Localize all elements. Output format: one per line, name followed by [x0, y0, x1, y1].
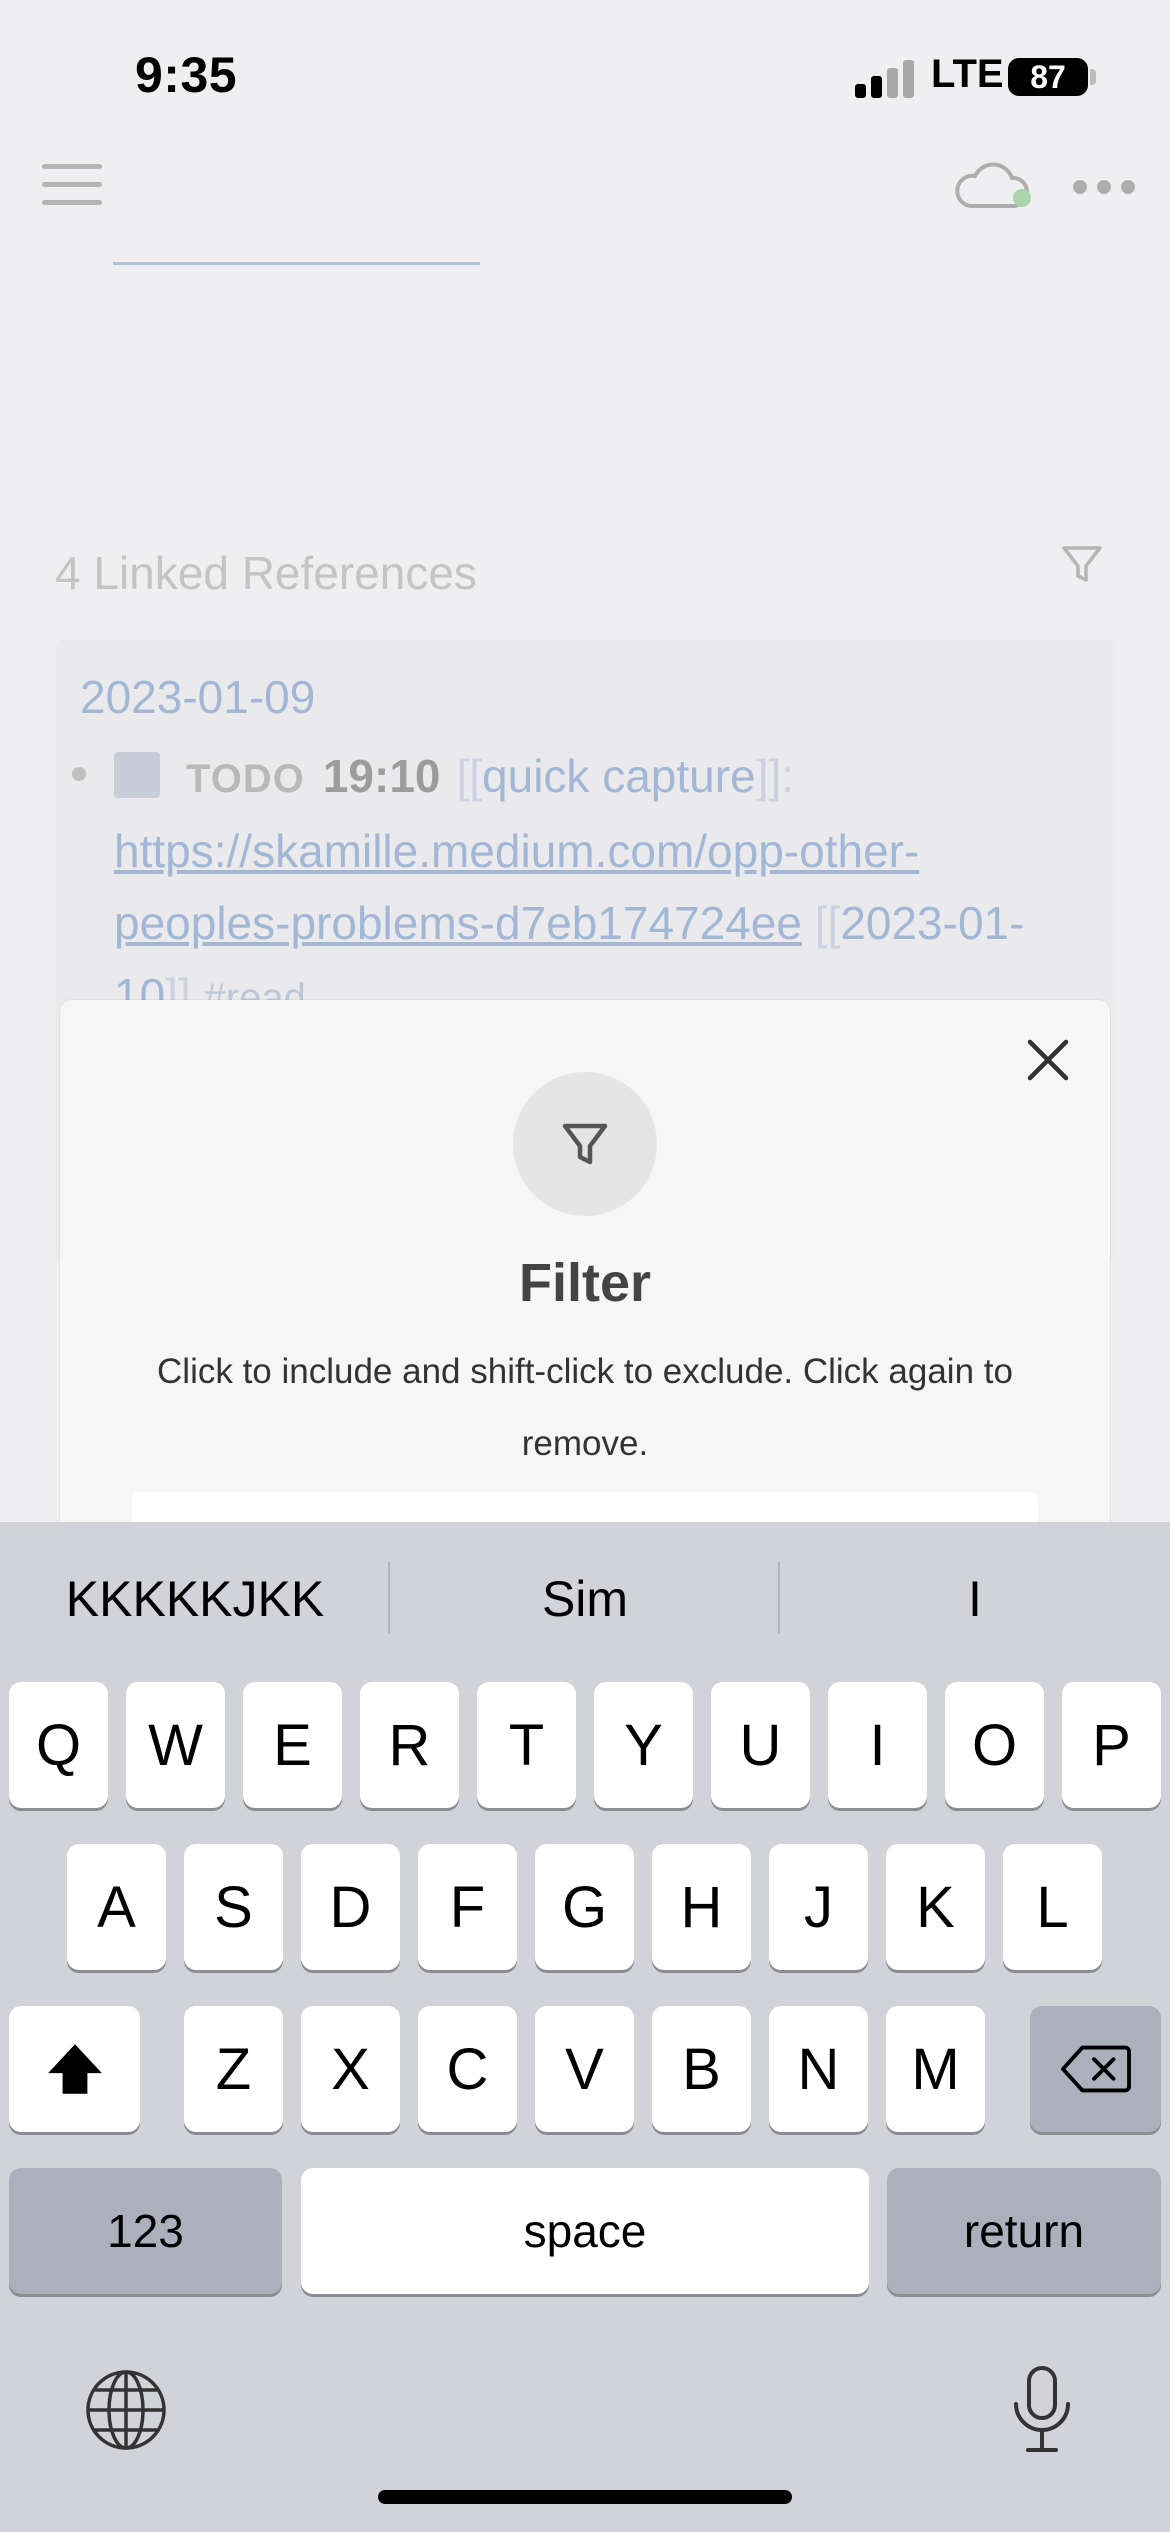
key-f[interactable]: F	[418, 1844, 517, 1970]
key-l[interactable]: L	[1003, 1844, 1102, 1970]
close-icon[interactable]	[1018, 1030, 1078, 1090]
backspace-key[interactable]	[1030, 2006, 1161, 2132]
link-bracket: ]]	[165, 969, 191, 1000]
link-bracket: [[	[456, 750, 483, 802]
key-o[interactable]: O	[945, 1682, 1044, 1808]
external-url-link-cont[interactable]: peoples-problems-d7eb174724ee	[114, 897, 802, 949]
key-h[interactable]: H	[652, 1844, 751, 1970]
space-key[interactable]: space	[301, 2168, 869, 2294]
key-u[interactable]: U	[711, 1682, 810, 1808]
key-q[interactable]: Q	[9, 1682, 108, 1808]
shift-icon	[47, 2044, 102, 2094]
key-p[interactable]: P	[1062, 1682, 1161, 1808]
key-c[interactable]: C	[418, 2006, 517, 2132]
return-key[interactable]: return	[887, 2168, 1161, 2294]
backspace-icon	[1060, 2045, 1131, 2093]
todo-marker: TODO	[186, 757, 305, 801]
block-time: 19:10	[322, 750, 441, 802]
modal-description: Click to include and shift-click to excl…	[157, 1352, 1013, 1463]
key-n[interactable]: N	[769, 2006, 868, 2132]
key-s[interactable]: S	[184, 1844, 283, 1970]
external-url-link[interactable]: https://skamille.medium.com/opp-other-	[114, 825, 919, 877]
home-indicator	[378, 2490, 792, 2504]
reference-date-link[interactable]: 2023-01-09	[80, 670, 315, 724]
key-v[interactable]: V	[535, 2006, 634, 2132]
numbers-key[interactable]: 123	[9, 2168, 282, 2294]
reference-block[interactable]: TODO 19:10 [[quick capture]]: https://skam…	[114, 740, 1094, 1000]
key-k[interactable]: K	[886, 1844, 985, 1970]
key-i[interactable]: I	[828, 1682, 927, 1808]
microphone-icon[interactable]	[1010, 2364, 1074, 2456]
key-a[interactable]: A	[67, 1844, 166, 1970]
reference-content: 2023-01-09 TODO 19:10 [[quick capture]]: h…	[0, 0, 1170, 1000]
key-r[interactable]: R	[360, 1682, 459, 1808]
link-bracket: [[	[814, 897, 841, 949]
key-m[interactable]: M	[886, 2006, 985, 2132]
globe-icon[interactable]	[84, 2368, 168, 2452]
tag-read[interactable]: #read	[204, 976, 306, 1000]
block-bullet[interactable]	[72, 767, 86, 781]
filter-icon	[562, 1123, 608, 1165]
key-j[interactable]: J	[769, 1844, 868, 1970]
suggestion-3[interactable]: I	[780, 1570, 1170, 1628]
suggestion-1[interactable]: KKKKKJKK	[0, 1570, 390, 1628]
key-w[interactable]: W	[126, 1682, 225, 1808]
key-d[interactable]: D	[301, 1844, 400, 1970]
suggestion-2[interactable]: Sim	[390, 1570, 780, 1628]
key-e[interactable]: E	[243, 1682, 342, 1808]
filter-icon-badge	[513, 1072, 657, 1216]
key-t[interactable]: T	[477, 1682, 576, 1808]
key-b[interactable]: B	[652, 2006, 751, 2132]
shift-key[interactable]	[9, 2006, 140, 2132]
todo-checkbox[interactable]	[114, 752, 160, 798]
key-g[interactable]: G	[535, 1844, 634, 1970]
page-link-quick-capture[interactable]: quick capture	[482, 750, 756, 802]
link-bracket: ]]:	[755, 750, 794, 802]
modal-title: Filter	[518, 1253, 652, 1313]
key-x[interactable]: X	[301, 2006, 400, 2132]
key-y[interactable]: Y	[594, 1682, 693, 1808]
key-z[interactable]: Z	[184, 2006, 283, 2132]
